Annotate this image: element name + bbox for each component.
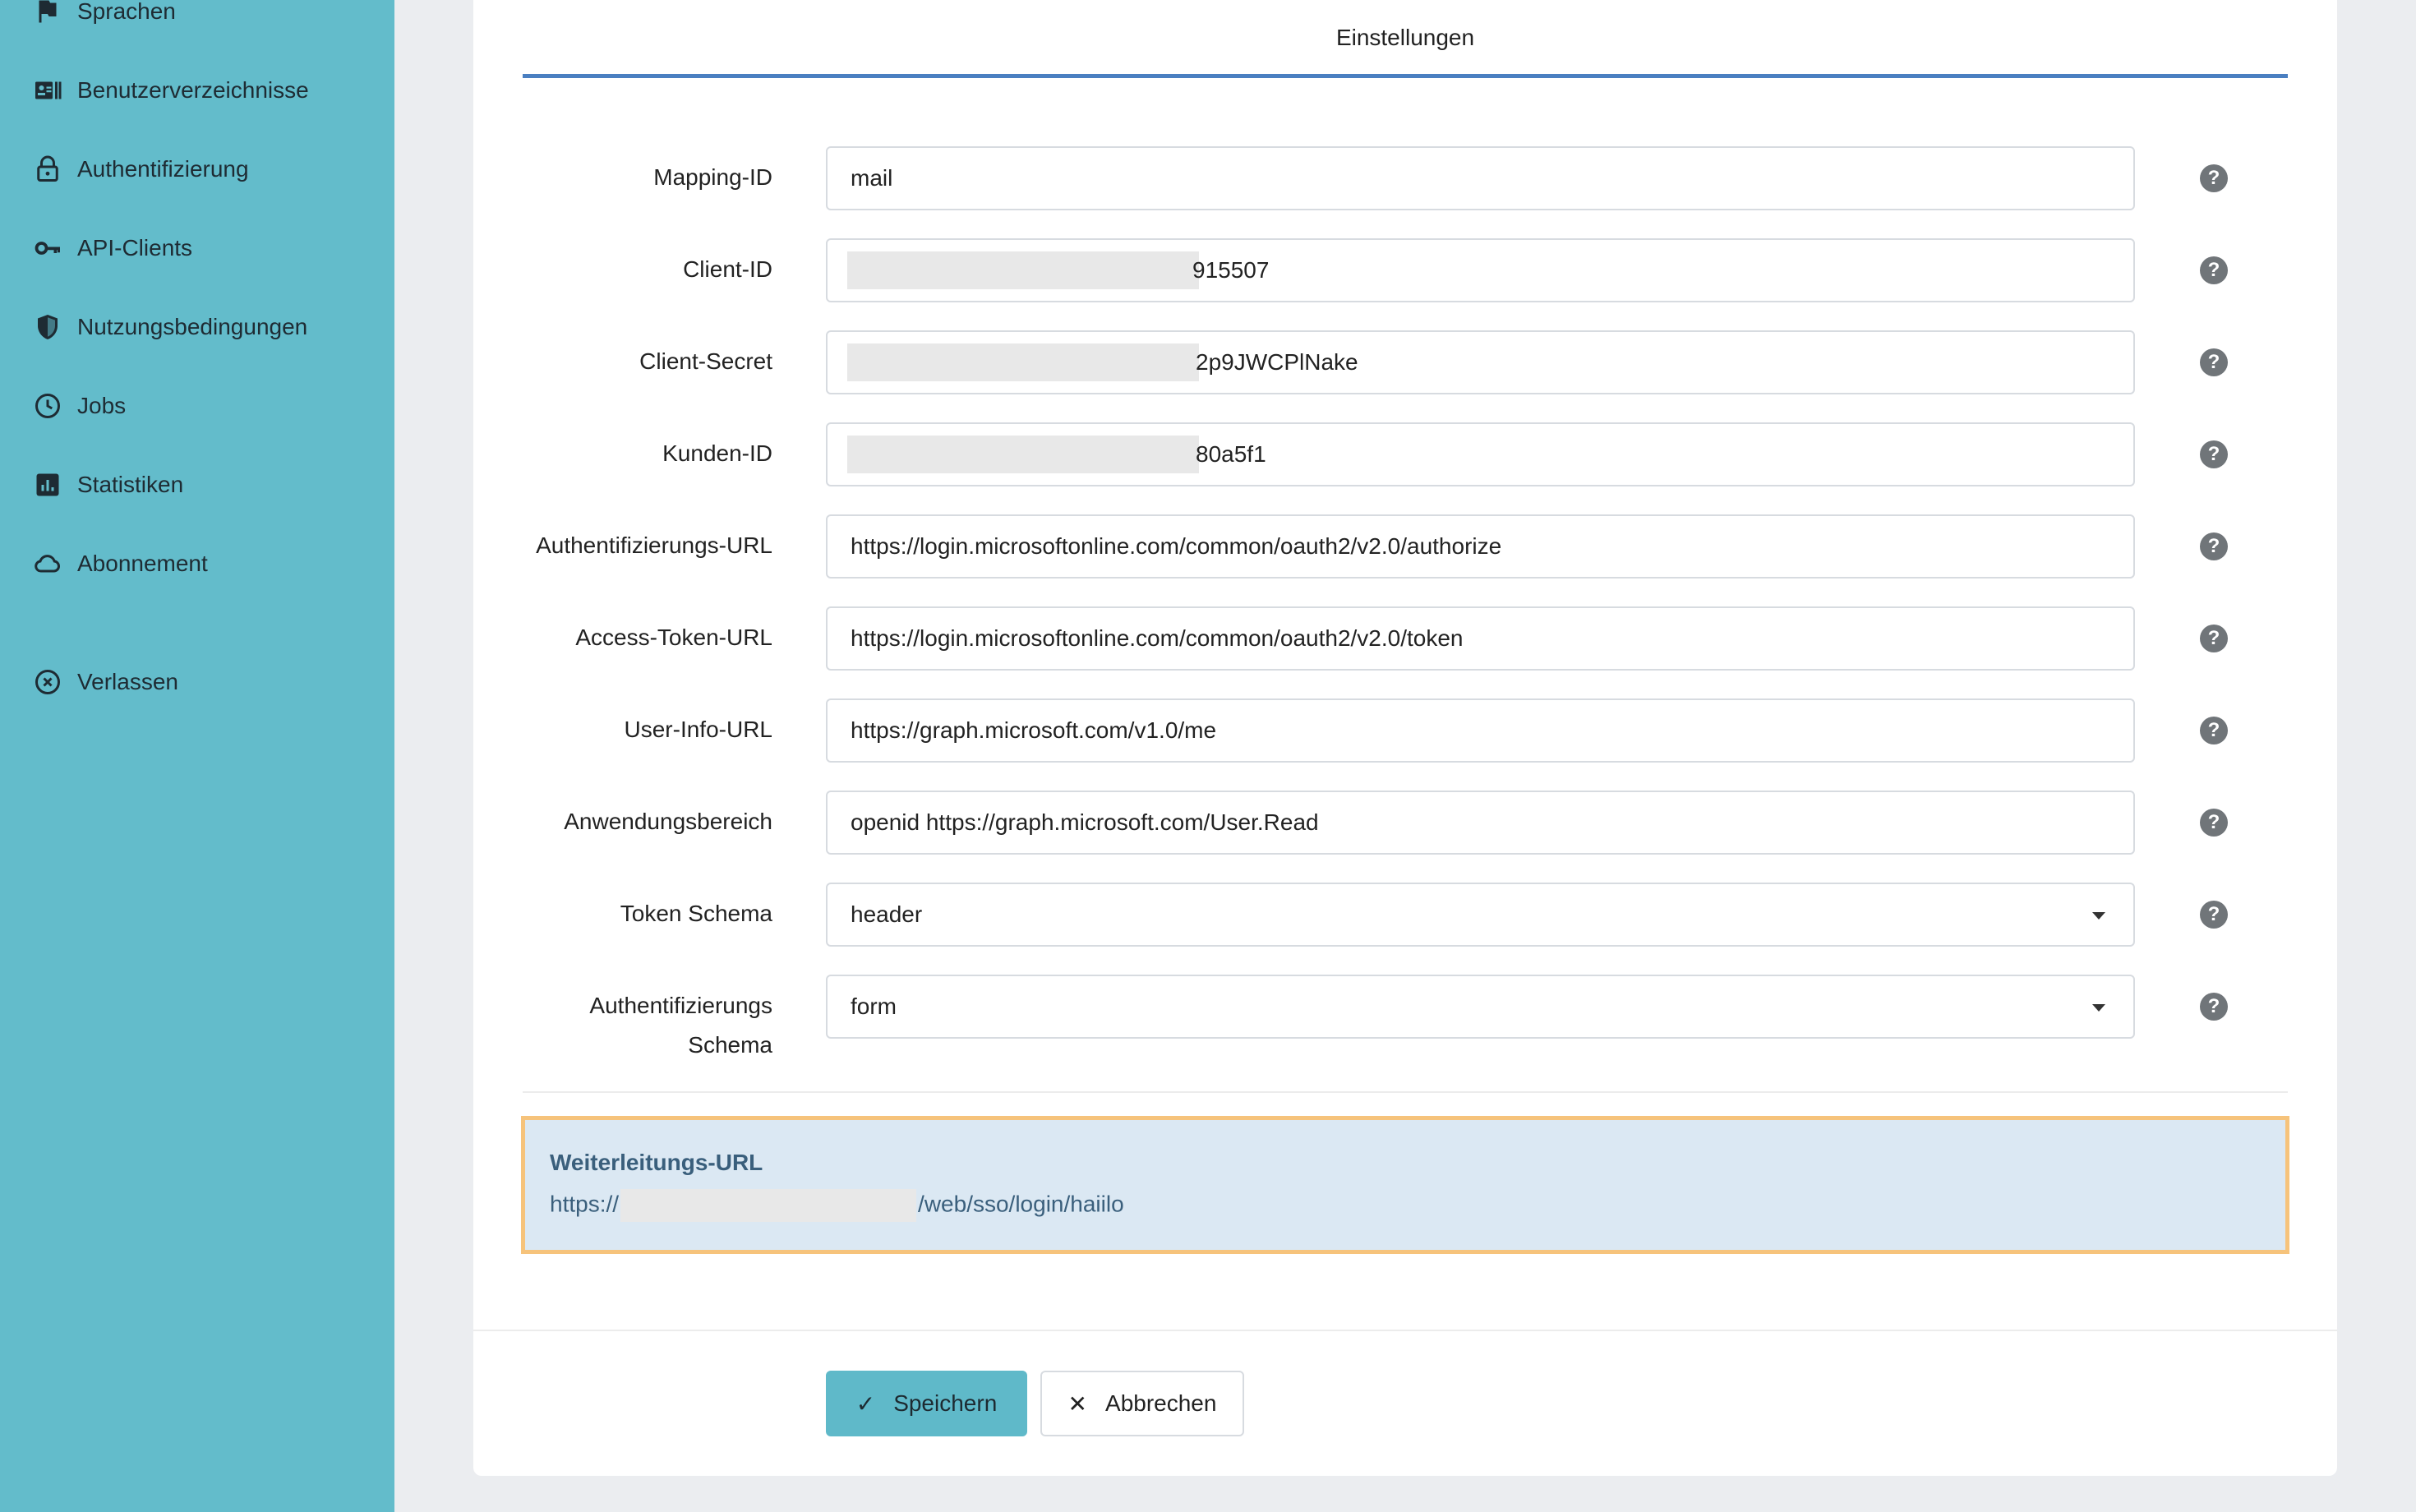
- key-icon: [31, 232, 64, 265]
- sidebar-item-label: Abonnement: [77, 551, 208, 576]
- auth-url-input[interactable]: https://login.microsoftonline.com/common…: [826, 514, 2135, 579]
- sidebar-item-label: Authentifizierung: [77, 156, 249, 182]
- sidebar-item-jobs[interactable]: Jobs: [31, 381, 126, 431]
- auth-url-label: Authentifizierungs-URL: [536, 532, 772, 558]
- client-id-label: Client-ID: [683, 256, 772, 282]
- field-value: header: [851, 901, 923, 927]
- auth-schema-label-line1: Authentifizierungs: [589, 993, 772, 1018]
- help-icon[interactable]: ?: [2200, 256, 2228, 284]
- redirect-url-suffix: /web/sso/login/haiilo: [918, 1191, 1124, 1217]
- kunden-id-label: Kunden-ID: [662, 440, 772, 466]
- sidebar-item-api-clients[interactable]: API-Clients: [31, 224, 192, 273]
- flag-icon: [31, 0, 64, 28]
- sidebar-item-label: Benutzerverzeichnisse: [77, 77, 309, 103]
- help-icon[interactable]: ?: [2200, 532, 2228, 560]
- redirect-url-title: Weiterleitungs-URL: [550, 1150, 763, 1175]
- client-secret-label: Client-Secret: [639, 348, 772, 374]
- tab-einstellungen[interactable]: Einstellungen: [523, 25, 2288, 51]
- auth-schema-label: Authentifizierungs Schema: [523, 986, 772, 1065]
- redacted-block: [847, 251, 1199, 289]
- sidebar-item-statistiken[interactable]: Statistiken: [31, 460, 183, 509]
- help-icon[interactable]: ?: [2200, 717, 2228, 744]
- save-button[interactable]: ✓ Speichern: [826, 1371, 1027, 1436]
- sidebar-item-abonnement[interactable]: Abonnement: [31, 539, 208, 588]
- lock-icon: [31, 153, 64, 186]
- auth-schema-select[interactable]: form: [826, 975, 2135, 1039]
- field-value: openid https://graph.microsoft.com/User.…: [851, 809, 1319, 835]
- client-id-input[interactable]: 915507: [826, 238, 2135, 302]
- scope-input[interactable]: openid https://graph.microsoft.com/User.…: [826, 791, 2135, 855]
- sidebar-item-label: Sprachen: [77, 0, 176, 24]
- help-icon[interactable]: ?: [2200, 348, 2228, 376]
- cancel-button-label: Abbrechen: [1105, 1390, 1217, 1416]
- redacted-block: [620, 1189, 917, 1222]
- field-value: 80a5f1: [1196, 441, 1266, 467]
- user-info-url-label: User-Info-URL: [624, 717, 772, 742]
- form-divider: [523, 1091, 2288, 1093]
- clock-icon: [31, 390, 64, 422]
- field-value: 2p9JWCPlNake: [1196, 349, 1358, 375]
- auth-schema-label-line2: Schema: [688, 1032, 772, 1058]
- field-value: https://login.microsoftonline.com/common…: [851, 533, 1502, 559]
- sidebar-item-verlassen[interactable]: Verlassen: [31, 657, 178, 707]
- sidebar-item-label: Statistiken: [77, 472, 184, 497]
- sidebar-item-label: API-Clients: [77, 235, 193, 260]
- sidebar-item-authentifizierung[interactable]: Authentifizierung: [31, 145, 249, 194]
- check-icon: ✓: [855, 1390, 876, 1417]
- help-icon[interactable]: ?: [2200, 809, 2228, 837]
- sidebar-item-label: Nutzungsbedingungen: [77, 314, 308, 339]
- footer-divider: [473, 1330, 2337, 1331]
- redacted-block: [847, 343, 1199, 381]
- sidebar-item-benutzerverzeichnisse[interactable]: Benutzerverzeichnisse: [31, 66, 309, 115]
- redirect-url-prefix: https://: [550, 1191, 620, 1217]
- redacted-block: [847, 436, 1199, 473]
- scope-label: Anwendungsbereich: [564, 809, 772, 834]
- close-icon: ✕: [1067, 1390, 1088, 1417]
- mapping-id-label: Mapping-ID: [653, 164, 772, 190]
- kunden-id-input[interactable]: 80a5f1: [826, 422, 2135, 486]
- chevron-down-icon: [2092, 1004, 2105, 1012]
- sidebar-item-label: Jobs: [77, 393, 127, 418]
- help-icon[interactable]: ?: [2200, 993, 2228, 1021]
- client-secret-input[interactable]: 2p9JWCPlNake: [826, 330, 2135, 394]
- sidebar-item-sprachen[interactable]: Sprachen: [31, 0, 176, 36]
- token-schema-label: Token Schema: [620, 901, 772, 926]
- field-value: 915507: [1192, 257, 1270, 283]
- cancel-button[interactable]: ✕ Abbrechen: [1040, 1371, 1244, 1436]
- help-icon[interactable]: ?: [2200, 901, 2228, 929]
- field-value: https://login.microsoftonline.com/common…: [851, 625, 1464, 651]
- help-icon[interactable]: ?: [2200, 625, 2228, 652]
- directory-icon: [31, 74, 64, 107]
- chevron-down-icon: [2092, 912, 2105, 920]
- help-icon[interactable]: ?: [2200, 164, 2228, 192]
- close-circle-icon: [31, 666, 64, 698]
- redirect-url-value[interactable]: https:// /web/sso/login/haiilo: [550, 1189, 1124, 1222]
- token-schema-select[interactable]: header: [826, 883, 2135, 947]
- mapping-id-input[interactable]: mail: [826, 146, 2135, 210]
- save-button-label: Speichern: [893, 1390, 998, 1416]
- sidebar-item-label: Verlassen: [77, 669, 178, 694]
- field-value: form: [851, 993, 897, 1019]
- field-value: mail: [851, 165, 893, 191]
- shield-icon: [31, 311, 64, 343]
- user-info-url-input[interactable]: https://graph.microsoft.com/v1.0/me: [826, 698, 2135, 763]
- sidebar: Sprachen Benutzerverzeichnisse Authentif…: [0, 0, 394, 1512]
- tab-underline: [523, 74, 2288, 78]
- redirect-url-box: Weiterleitungs-URL https:// /web/sso/logi…: [521, 1116, 2289, 1254]
- access-token-url-input[interactable]: https://login.microsoftonline.com/common…: [826, 606, 2135, 671]
- chart-icon: [31, 468, 64, 501]
- access-token-url-label: Access-Token-URL: [575, 625, 772, 650]
- field-value: https://graph.microsoft.com/v1.0/me: [851, 717, 1217, 743]
- help-icon[interactable]: ?: [2200, 440, 2228, 468]
- cloud-icon: [31, 547, 64, 580]
- sidebar-item-nutzungsbedingungen[interactable]: Nutzungsbedingungen: [31, 302, 307, 352]
